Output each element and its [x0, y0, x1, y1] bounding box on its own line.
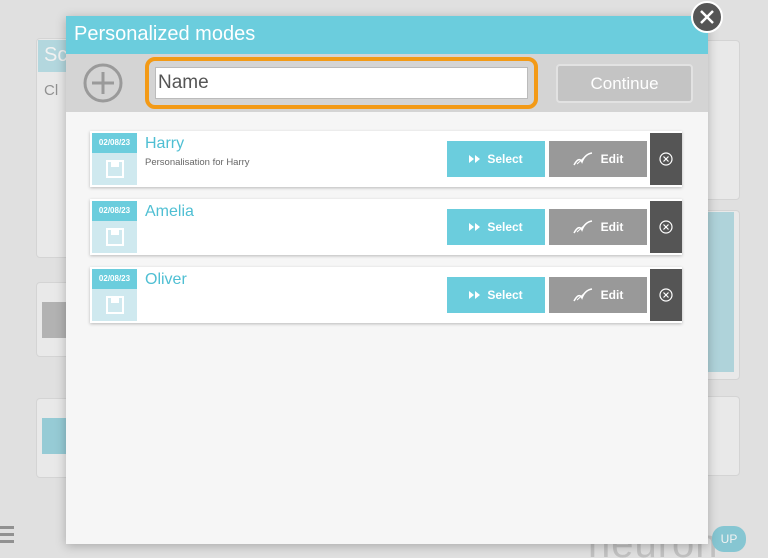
delete-button[interactable] — [650, 201, 682, 253]
mode-name: Oliver — [145, 271, 187, 288]
save-icon — [106, 296, 124, 314]
fast-forward-icon — [469, 223, 481, 231]
select-label: Select — [487, 220, 523, 234]
edit-brush-icon — [573, 288, 592, 302]
fast-forward-icon — [469, 155, 481, 163]
edit-brush-icon — [573, 152, 592, 166]
delete-circle-icon — [659, 152, 673, 166]
select-label: Select — [487, 288, 523, 302]
edit-brush-icon — [573, 220, 592, 234]
save-icon — [106, 160, 124, 178]
date-column: 02/08/23 — [92, 201, 137, 253]
modes-list: 02/08/23 Harry Personalisation for Harry… — [90, 131, 682, 335]
edit-label: Edit — [600, 152, 624, 166]
select-button[interactable]: Select — [447, 277, 545, 313]
edit-button[interactable]: Edit — [549, 277, 647, 313]
mode-row-amelia: 02/08/23 Amelia Select Edit — [90, 199, 682, 255]
mode-row-harry: 02/08/23 Harry Personalisation for Harry… — [90, 131, 682, 187]
date-badge: 02/08/23 — [92, 133, 137, 153]
select-button[interactable]: Select — [447, 141, 545, 177]
date-column: 02/08/23 — [92, 133, 137, 185]
continue-button[interactable]: Continue — [556, 64, 693, 103]
add-icon[interactable] — [82, 62, 124, 104]
delete-circle-icon — [659, 220, 673, 234]
mode-name: Harry — [145, 135, 185, 152]
delete-circle-icon — [659, 288, 673, 302]
date-badge: 02/08/23 — [92, 201, 137, 221]
mode-name: Amelia — [145, 203, 194, 220]
delete-button[interactable] — [650, 133, 682, 185]
date-badge: 02/08/23 — [92, 269, 137, 289]
date-column: 02/08/23 — [92, 269, 137, 321]
close-icon[interactable] — [690, 0, 724, 34]
name-input[interactable] — [155, 67, 528, 99]
save-icon — [106, 228, 124, 246]
delete-button[interactable] — [650, 269, 682, 321]
dialog-toolbar: Continue — [66, 54, 708, 112]
mode-row-oliver: 02/08/23 Oliver Select Edit — [90, 267, 682, 323]
edit-button[interactable]: Edit — [549, 209, 647, 245]
edit-label: Edit — [600, 220, 624, 234]
edit-button[interactable]: Edit — [549, 141, 647, 177]
select-button[interactable]: Select — [447, 209, 545, 245]
edit-label: Edit — [600, 288, 624, 302]
fast-forward-icon — [469, 291, 481, 299]
dialog-title: Personalized modes — [66, 16, 708, 54]
name-field-highlight — [145, 57, 538, 109]
mode-description: Personalisation for Harry — [145, 157, 250, 168]
select-label: Select — [487, 152, 523, 166]
